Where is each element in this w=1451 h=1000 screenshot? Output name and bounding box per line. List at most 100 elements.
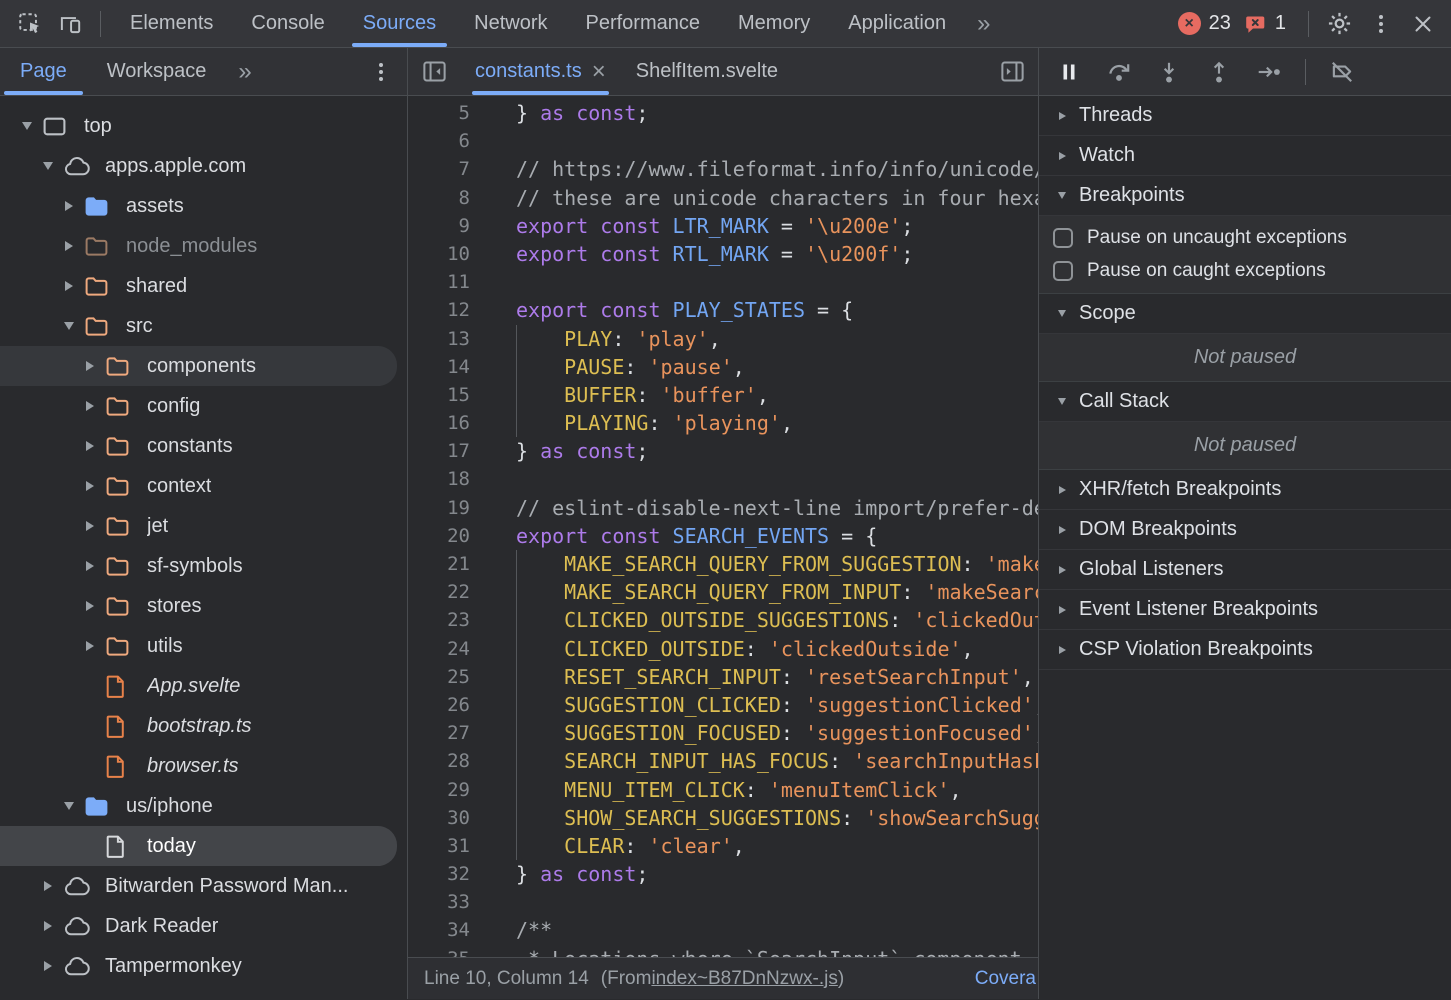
main-tab-performance[interactable]: Performance — [567, 0, 720, 47]
close-devtools-icon[interactable] — [1407, 8, 1439, 40]
section-xhr-fetch-breakpoints[interactable]: XHR/fetch Breakpoints — [1039, 470, 1451, 510]
section-breakpoints[interactable]: Breakpoints — [1039, 176, 1451, 216]
section-dom-breakpoints[interactable]: DOM Breakpoints — [1039, 510, 1451, 550]
tree-item-jet[interactable]: jet — [0, 506, 407, 546]
device-toolbar-icon[interactable] — [54, 8, 86, 40]
line-number[interactable]: 20 — [408, 522, 480, 550]
inspect-element-icon[interactable] — [14, 8, 46, 40]
tree-item-today[interactable]: today — [0, 826, 397, 866]
line-number[interactable]: 34 — [408, 916, 480, 944]
line-number[interactable]: 7 — [408, 155, 480, 183]
chevron-right-icon[interactable] — [37, 961, 59, 971]
line-number[interactable]: 8 — [408, 184, 480, 212]
main-tab-elements[interactable]: Elements — [111, 0, 232, 47]
section-watch[interactable]: Watch — [1039, 136, 1451, 176]
tree-item-dark-reader[interactable]: Dark Reader — [0, 906, 407, 946]
line-number[interactable]: 17 — [408, 437, 480, 465]
hide-navigator-icon[interactable] — [419, 57, 449, 87]
chevron-down-icon[interactable] — [58, 802, 80, 810]
editor-tab-constants-ts[interactable]: constants.ts× — [460, 48, 621, 95]
coverage-link[interactable]: Covera — [975, 968, 1038, 990]
line-number[interactable]: 10 — [408, 240, 480, 268]
line-number[interactable]: 14 — [408, 353, 480, 381]
section-global-listeners[interactable]: Global Listeners — [1039, 550, 1451, 590]
tree-item-stores[interactable]: stores — [0, 586, 407, 626]
line-number[interactable]: 31 — [408, 832, 480, 860]
chevron-right-icon[interactable] — [79, 361, 101, 371]
section-csp-violation-breakpoints[interactable]: CSP Violation Breakpoints — [1039, 630, 1451, 670]
pause-script-icon[interactable] — [1055, 58, 1083, 86]
navigator-tab-workspace[interactable]: Workspace — [87, 48, 227, 95]
main-tab-memory[interactable]: Memory — [719, 0, 829, 47]
line-number[interactable]: 15 — [408, 381, 480, 409]
tree-item-sf-symbols[interactable]: sf-symbols — [0, 546, 407, 586]
line-number[interactable]: 33 — [408, 888, 480, 916]
line-number[interactable]: 11 — [408, 268, 480, 296]
line-number[interactable]: 5 — [408, 99, 480, 127]
chevron-right-icon[interactable] — [58, 241, 80, 251]
chevron-right-icon[interactable] — [79, 641, 101, 651]
line-number[interactable]: 28 — [408, 747, 480, 775]
chevron-down-icon[interactable] — [16, 122, 38, 130]
tree-item-bootstrap-ts[interactable]: bootstrap.ts — [0, 706, 407, 746]
line-number[interactable]: 9 — [408, 212, 480, 240]
line-number[interactable]: 19 — [408, 494, 480, 522]
settings-gear-icon[interactable] — [1323, 8, 1355, 40]
line-number[interactable]: 32 — [408, 860, 480, 888]
editor-tab-shelfitem-svelte[interactable]: ShelfItem.svelte — [621, 48, 793, 95]
more-options-icon[interactable] — [1365, 8, 1397, 40]
line-number[interactable]: 23 — [408, 606, 480, 634]
line-number[interactable]: 27 — [408, 719, 480, 747]
tree-item-us-iphone[interactable]: us/iphone — [0, 786, 407, 826]
tree-item-bitwarden-password-man[interactable]: Bitwarden Password Man... — [0, 866, 407, 906]
line-number[interactable]: 24 — [408, 635, 480, 663]
issues-badge[interactable]: 1 — [1243, 12, 1286, 36]
tree-item-node-modules[interactable]: node_modules — [0, 226, 407, 266]
chevron-right-icon[interactable] — [79, 521, 101, 531]
tree-item-top[interactable]: top — [0, 106, 407, 146]
show-debugger-sidebar-icon[interactable] — [997, 57, 1027, 87]
checkbox-unchecked[interactable] — [1053, 261, 1073, 281]
tree-item-utils[interactable]: utils — [0, 626, 407, 666]
step-into-icon[interactable] — [1155, 58, 1183, 86]
line-number[interactable]: 21 — [408, 550, 480, 578]
main-tab-application[interactable]: Application — [829, 0, 965, 47]
checkbox-unchecked[interactable] — [1053, 228, 1073, 248]
tree-item-constants[interactable]: constants — [0, 426, 407, 466]
deactivate-breakpoints-icon[interactable] — [1328, 58, 1356, 86]
chevron-down-icon[interactable] — [58, 322, 80, 330]
tree-item-src[interactable]: src — [0, 306, 407, 346]
navigator-tab-page[interactable]: Page — [0, 48, 87, 95]
sourcemap-file-link[interactable]: index~B87DnNzwx-.js — [651, 968, 837, 990]
tree-item-browser-ts[interactable]: browser.ts — [0, 746, 407, 786]
chevron-right-icon[interactable] — [79, 481, 101, 491]
main-tab-sources[interactable]: Sources — [344, 0, 455, 47]
chevron-right-icon[interactable] — [58, 281, 80, 291]
section-threads[interactable]: Threads — [1039, 96, 1451, 136]
navigator-more-options-icon[interactable] — [365, 56, 397, 88]
tree-item-apps-apple-com[interactable]: apps.apple.com — [0, 146, 407, 186]
line-number[interactable]: 18 — [408, 465, 480, 493]
more-navigator-tabs-chevron[interactable]: » — [226, 58, 263, 86]
chevron-right-icon[interactable] — [37, 881, 59, 891]
tree-item-app-svelte[interactable]: App.svelte — [0, 666, 407, 706]
tree-item-assets[interactable]: assets — [0, 186, 407, 226]
section-call-stack[interactable]: Call Stack — [1039, 382, 1451, 422]
chevron-right-icon[interactable] — [79, 441, 101, 451]
main-tab-console[interactable]: Console — [232, 0, 343, 47]
chevron-right-icon[interactable] — [58, 201, 80, 211]
tree-item-config[interactable]: config — [0, 386, 407, 426]
tree-item-context[interactable]: context — [0, 466, 407, 506]
line-number[interactable]: 12 — [408, 296, 480, 324]
main-tab-network[interactable]: Network — [455, 0, 566, 47]
option-pause-on-uncaught-exceptions[interactable]: Pause on uncaught exceptions — [1039, 221, 1451, 254]
code-editor[interactable]: 5} as const;67// https://www.fileformat.… — [408, 96, 1038, 957]
more-panels-chevron[interactable]: » — [965, 10, 1002, 38]
step-out-icon[interactable] — [1205, 58, 1233, 86]
line-number[interactable]: 16 — [408, 409, 480, 437]
step-icon[interactable] — [1255, 58, 1283, 86]
line-number[interactable]: 22 — [408, 578, 480, 606]
section-event-listener-breakpoints[interactable]: Event Listener Breakpoints — [1039, 590, 1451, 630]
tree-item-shared[interactable]: shared — [0, 266, 407, 306]
line-number[interactable]: 13 — [408, 325, 480, 353]
